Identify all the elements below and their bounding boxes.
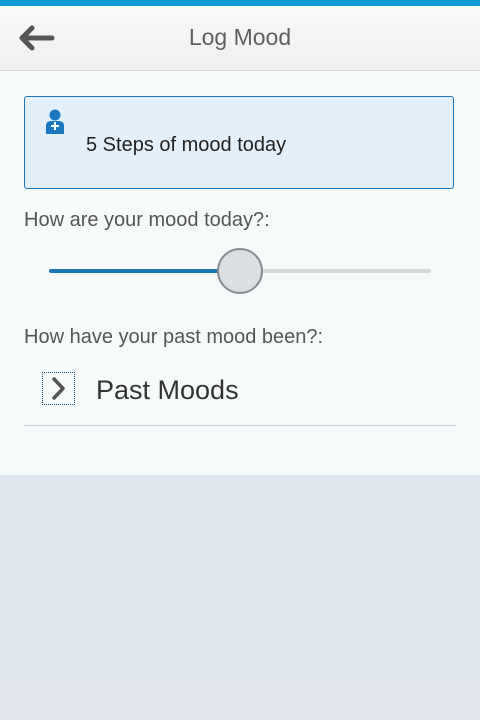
mood-slider[interactable] [49,245,431,297]
mood-steps-text: 5 Steps of mood today [86,134,287,156]
mood-today-label: How are your mood today?: [24,209,270,231]
mood-steps-info-box: 5 Steps of mood today [24,96,454,189]
page-title: Log Mood [188,24,292,50]
main-content: 5 Steps of mood today How are your mood … [0,71,480,475]
user-icon [46,109,64,134]
past-moods-label: Past Moods [96,375,239,405]
past-moods-expander[interactable]: Past Moods [24,361,456,426]
slider-thumb[interactable] [217,248,263,294]
slider-fill [49,269,240,273]
past-mood-label: How have your past mood been?: [24,326,324,348]
chevron-right-icon [52,377,65,400]
app-header: Log Mood [0,6,480,71]
expander-toggle[interactable] [42,372,75,405]
